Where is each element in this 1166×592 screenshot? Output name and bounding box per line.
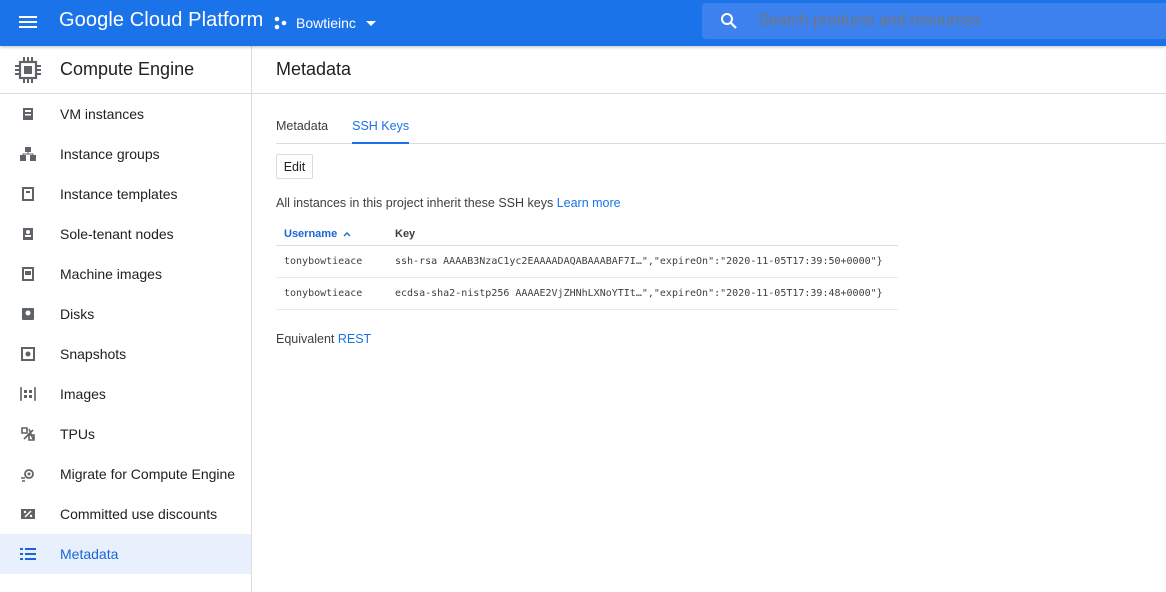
page-title: Metadata — [276, 59, 352, 79]
sidebar-item-label: VM instances — [60, 106, 145, 122]
project-selector[interactable]: Bowtieinc — [274, 11, 376, 35]
sidebar-item-label: Instance groups — [60, 146, 160, 162]
disks-icon — [20, 306, 36, 322]
learn-more-link[interactable]: Learn more — [557, 196, 621, 210]
sidebar-item-metadata[interactable]: Metadata — [0, 534, 251, 574]
rest-link[interactable]: REST — [338, 332, 371, 346]
equivalent-label: Equivalent — [276, 332, 335, 346]
sort-ascending-icon — [343, 231, 351, 236]
project-name: Bowtieinc — [296, 15, 356, 31]
tpus-icon — [20, 426, 36, 442]
key-cell: ssh-rsa AAAAB3NzaC1yc2EAAAADAQABAAABAF7I… — [395, 256, 883, 267]
table-row: tonybowtieace ssh-rsa AAAAB3NzaC1yc2EAAA… — [276, 246, 898, 278]
snapshots-icon — [20, 346, 36, 362]
sidebar-header: Compute Engine — [0, 46, 251, 94]
chevron-down-icon — [365, 20, 376, 26]
instance-templates-icon — [20, 186, 36, 202]
menu-icon[interactable] — [16, 12, 40, 34]
info-message: All instances in this project inherit th… — [276, 196, 554, 210]
top-bar: Google Cloud Platform Bowtieinc — [0, 0, 1166, 46]
username-column-header[interactable]: Username — [276, 228, 395, 240]
edit-button[interactable]: Edit — [276, 154, 313, 179]
product-title: Compute Engine — [60, 59, 195, 79]
username-cell: tonybowtieace — [284, 256, 363, 267]
vm-instances-icon — [20, 106, 36, 122]
key-column-header: Key — [395, 227, 416, 240]
compute-engine-icon — [15, 56, 41, 83]
username-cell: tonybowtieace — [284, 288, 363, 299]
tab-ssh-keys[interactable]: SSH Keys — [352, 116, 409, 144]
key-cell: ecdsa-sha2-nistp256 AAAAE2VjZHNhLXNoYTIt… — [395, 288, 883, 299]
instance-groups-icon — [20, 146, 36, 162]
sidebar-item-vm-instances[interactable]: VM instances — [0, 94, 251, 134]
sole-tenant-nodes-icon — [20, 226, 36, 242]
info-text: All instances in this project inherit th… — [276, 196, 621, 210]
sidebar-item-label: Images — [60, 386, 106, 402]
search-bar[interactable] — [702, 3, 1166, 39]
sidebar-item-label: Migrate for Compute Engine — [60, 466, 236, 482]
sidebar-item-images[interactable]: Images — [0, 374, 251, 414]
sidebar-item-snapshots[interactable]: Snapshots — [0, 334, 251, 374]
tab-bar: Metadata SSH Keys — [276, 116, 1166, 144]
sidebar-item-label: Disks — [60, 306, 95, 322]
metadata-icon — [20, 546, 36, 562]
migrate-icon — [20, 466, 36, 482]
sidebar-item-label: Machine images — [60, 266, 162, 282]
sidebar: Compute Engine VM instances Instance gro… — [0, 46, 252, 592]
sidebar-item-label: Committed use discounts — [60, 506, 218, 522]
sidebar-item-instance-groups[interactable]: Instance groups — [0, 134, 251, 174]
sidebar-item-label: Instance templates — [60, 186, 178, 202]
sidebar-item-machine-images[interactable]: Machine images — [0, 254, 251, 294]
sidebar-item-sole-tenant-nodes[interactable]: Sole-tenant nodes — [0, 214, 251, 254]
search-input[interactable] — [758, 12, 1138, 30]
equivalent-rest: Equivalent REST — [276, 332, 371, 346]
images-icon — [20, 386, 36, 402]
table-row: tonybowtieace ecdsa-sha2-nistp256 AAAAE2… — [276, 278, 898, 310]
search-icon — [721, 13, 737, 29]
sidebar-item-label: Snapshots — [60, 346, 127, 362]
brand-title[interactable]: Google Cloud Platform — [59, 9, 263, 32]
sidebar-item-disks[interactable]: Disks — [0, 294, 251, 334]
sidebar-item-instance-templates[interactable]: Instance templates — [0, 174, 251, 214]
project-icon — [274, 16, 287, 30]
username-header-label: Username — [284, 227, 338, 240]
main-content: Metadata Metadata SSH Keys Edit All inst… — [252, 46, 1166, 592]
sidebar-item-tpus[interactable]: TPUs — [0, 414, 251, 454]
sidebar-item-label: Sole-tenant nodes — [60, 226, 174, 242]
tab-metadata[interactable]: Metadata — [276, 116, 328, 143]
machine-images-icon — [20, 266, 36, 282]
sidebar-item-committed-use-discounts[interactable]: Committed use discounts — [0, 494, 251, 534]
ssh-keys-table: Username Key tonybowtieace ssh-rsa AAAAB… — [276, 222, 898, 310]
sidebar-item-label: TPUs — [60, 426, 95, 442]
page-header: Metadata — [252, 46, 1166, 94]
committed-use-discounts-icon — [20, 506, 36, 522]
sidebar-item-migrate[interactable]: Migrate for Compute Engine — [0, 454, 251, 494]
table-header: Username Key — [276, 222, 898, 246]
sidebar-item-label: Metadata — [60, 546, 119, 562]
